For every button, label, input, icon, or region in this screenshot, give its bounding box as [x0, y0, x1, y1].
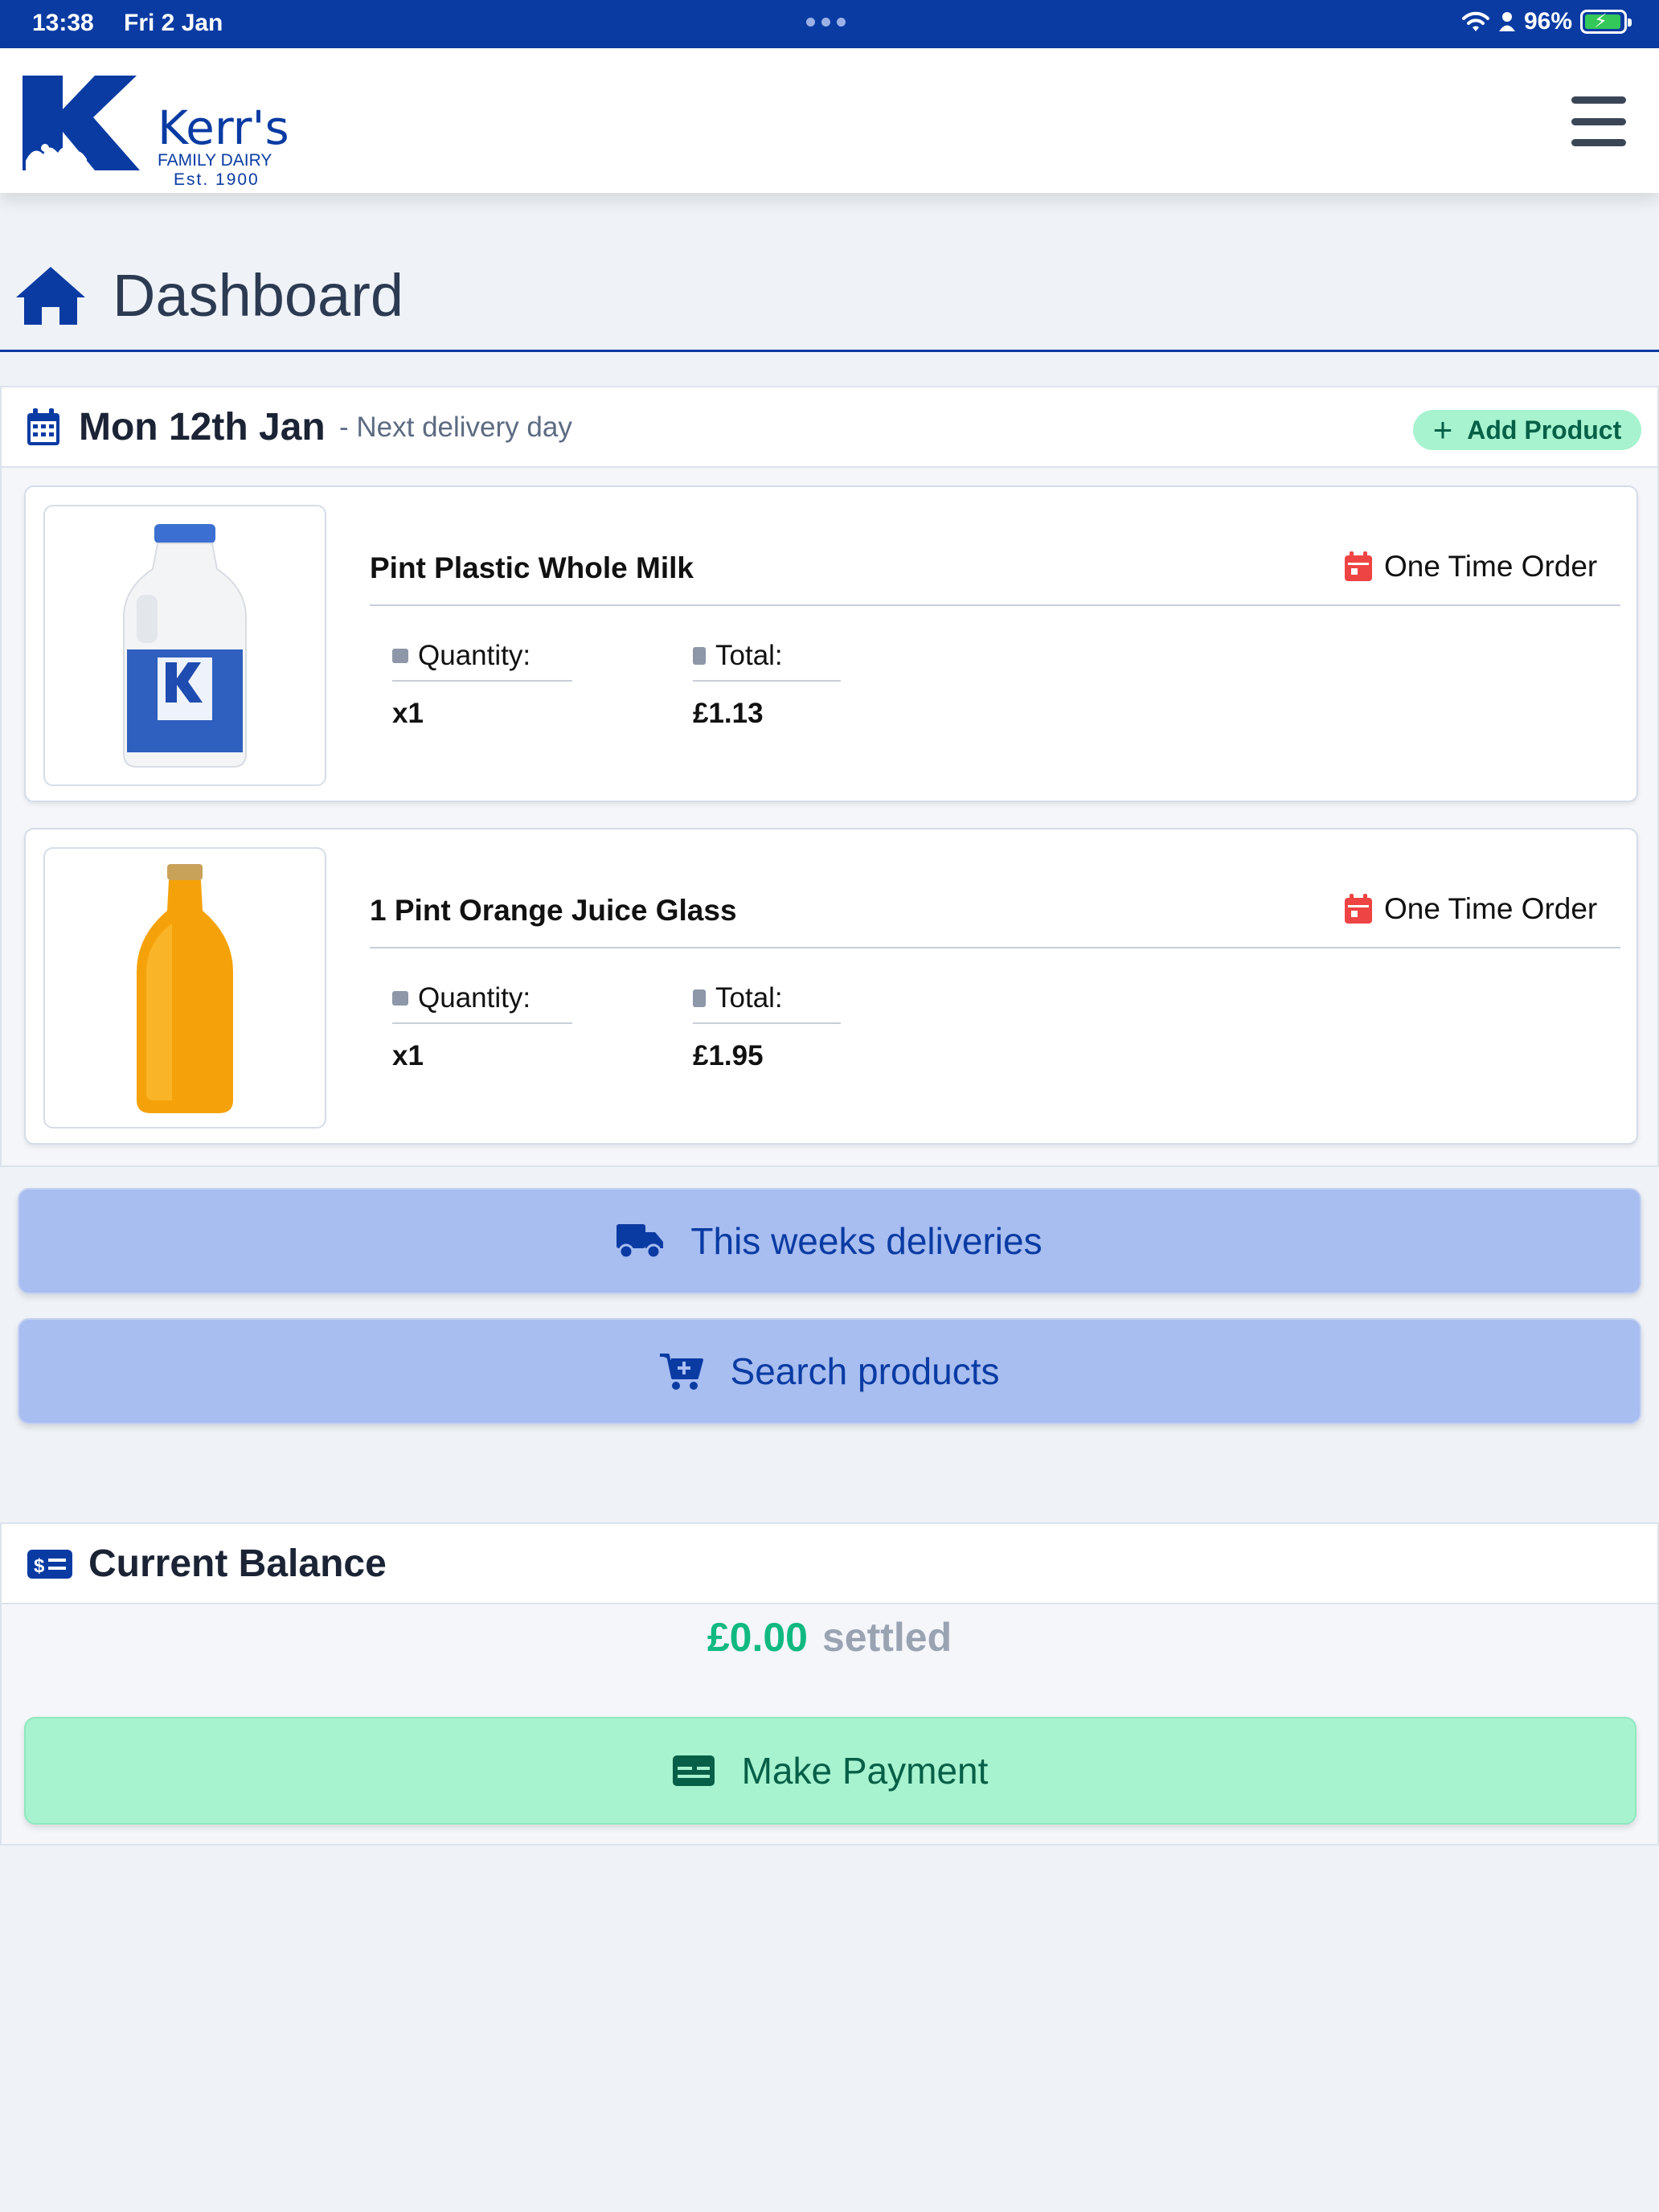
product-card[interactable]: Pint Plastic Whole Milk One Time Order Q… — [24, 485, 1638, 802]
order-type: One Time Order — [1344, 892, 1597, 926]
person-icon — [1498, 12, 1515, 31]
menu-hamburger-icon[interactable] — [1571, 96, 1626, 146]
divider — [370, 947, 1620, 948]
top-nav: Kerr's FAMILY DAIRY Est. 1900 — [0, 48, 1659, 193]
current-balance-title: Current Balance — [88, 1542, 387, 1585]
product-image-milk — [43, 505, 326, 786]
svg-text:$: $ — [34, 1555, 45, 1577]
brand-established: Est. 1900 — [174, 170, 260, 189]
next-delivery-header: Mon 12th Jan - Next delivery day + Add P… — [2, 387, 1657, 468]
make-payment-label: Make Payment — [741, 1750, 989, 1792]
quantity-label: Quantity: — [392, 640, 572, 682]
order-type: One Time Order — [1344, 550, 1597, 584]
multitask-dots-icon[interactable] — [806, 18, 846, 27]
product-name: 1 Pint Orange Juice Glass — [370, 894, 737, 927]
quantity-label-text: Quantity: — [418, 640, 531, 671]
current-balance-header: $ Current Balance — [2, 1524, 1657, 1604]
home-icon — [16, 267, 85, 325]
battery-charging-icon: ⚡ — [1580, 10, 1632, 34]
calendar-red-icon — [1345, 894, 1372, 924]
total-value: £1.95 — [693, 1040, 764, 1071]
balance-amount: £0.00 — [707, 1615, 808, 1660]
plus-icon: + — [1432, 411, 1453, 449]
add-product-button[interactable]: + Add Product — [1413, 410, 1641, 450]
quantity-label-text: Quantity: — [418, 982, 531, 1014]
total-value: £1.13 — [693, 698, 764, 729]
box-icon — [392, 991, 408, 1006]
balance-line: £0.00 settled — [2, 1614, 1657, 1661]
product-name: Pint Plastic Whole Milk — [370, 551, 694, 584]
delivery-subtitle: - Next delivery day — [339, 412, 572, 443]
status-date: Fri 2 Jan — [124, 10, 223, 36]
status-bar: 13:38 Fri 2 Jan 96% ⚡ — [0, 0, 1659, 48]
make-payment-button[interactable]: Make Payment — [24, 1717, 1636, 1825]
product-image-orange-juice — [43, 847, 326, 1129]
search-products-label: Search products — [730, 1350, 1000, 1392]
total-label: Total: — [693, 640, 841, 682]
brand-k-mark — [23, 76, 140, 170]
order-type-label: One Time Order — [1384, 550, 1598, 583]
divider — [370, 604, 1620, 606]
calendar-icon — [27, 408, 59, 445]
cart-plus-icon — [659, 1354, 703, 1390]
next-delivery-card: Mon 12th Jan - Next delivery day + Add P… — [0, 386, 1659, 1167]
total-label: Total: — [693, 982, 841, 1024]
delivery-date: Mon 12th Jan — [79, 406, 326, 449]
page-header: Dashboard — [0, 225, 1659, 352]
calculator-icon — [693, 647, 706, 665]
balance-status: settled — [821, 1615, 952, 1660]
this-weeks-deliveries-label: This weeks deliveries — [690, 1220, 1043, 1262]
total-label-text: Total: — [715, 640, 783, 671]
wifi-icon — [1461, 11, 1489, 31]
box-icon — [392, 649, 408, 663]
status-indicators: 96% ⚡ — [1461, 8, 1632, 35]
add-product-label: Add Product — [1467, 415, 1622, 444]
brand-name: Kerr's — [158, 100, 289, 155]
current-balance-card: $ Current Balance £0.00 settled Make Paym… — [0, 1522, 1659, 1845]
brand-text: Kerr's FAMILY DAIRY Est. 1900 — [158, 104, 289, 190]
search-products-button[interactable]: Search products — [18, 1318, 1641, 1424]
quantity-value: x1 — [392, 1040, 424, 1071]
status-time: 13:38 — [32, 10, 94, 36]
this-weeks-deliveries-button[interactable]: This weeks deliveries — [18, 1188, 1641, 1294]
quantity-value: x1 — [392, 698, 424, 729]
brand-logo[interactable]: Kerr's FAMILY DAIRY Est. 1900 — [23, 71, 289, 189]
product-card[interactable]: 1 Pint Orange Juice Glass One Time Order… — [24, 828, 1638, 1145]
total-label-text: Total: — [715, 982, 783, 1014]
quantity-label: Quantity: — [392, 982, 572, 1024]
battery-percent: 96% — [1523, 8, 1572, 35]
order-type-label: One Time Order — [1384, 892, 1598, 925]
truck-icon — [616, 1224, 664, 1260]
credit-card-icon — [672, 1755, 715, 1786]
calendar-red-icon — [1345, 551, 1372, 581]
page-title: Dashboard — [113, 262, 404, 329]
brand-subtitle: FAMILY DAIRY — [158, 151, 272, 170]
money-bill-icon: $ — [27, 1550, 72, 1579]
calculator-icon — [693, 989, 706, 1007]
